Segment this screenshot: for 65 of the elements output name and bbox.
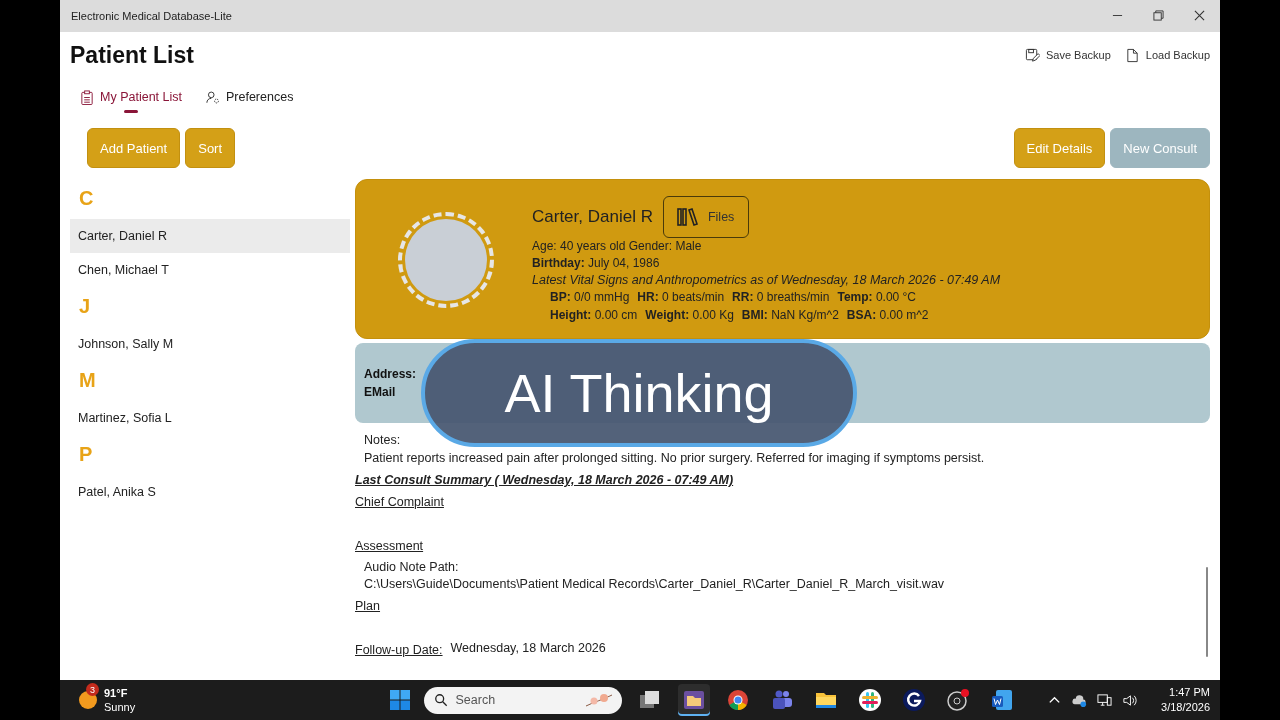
patient-item[interactable]: Patel, Anika S [70,475,350,509]
group-letter: J [78,294,92,319]
books-icon [675,207,700,227]
speaker-icon[interactable] [1122,692,1138,708]
patient-item[interactable]: Chen, Michael T [70,253,350,287]
group-letter: M [78,368,97,393]
vital-reading: RR: 0 breaths/min [732,289,830,306]
person-gear-icon [206,89,220,105]
record-icon [945,688,970,712]
backup-button[interactable]: Load Backup [1124,45,1210,65]
temperature-text: 91°F [104,686,129,700]
vital-reading: BP: 0/0 mmHg [550,289,630,306]
nav-tab[interactable]: Preferences [204,85,296,113]
search-field[interactable]: Search [423,686,622,714]
window-title: Electronic Medical Database-Lite [71,10,232,22]
patient-item[interactable]: Johnson, Sally M [70,327,350,361]
overlay-bubble: AI Thinking [421,339,857,447]
hashtag-icon [857,688,882,712]
notes-label: Notes: [364,432,402,449]
nav-tab[interactable]: My Patient List [78,85,184,113]
backup-button[interactable]: Save Backup [1024,45,1111,65]
vital-reading: BMI: NaN Kg/m^2 [741,306,839,324]
scrollbar[interactable] [1206,567,1208,657]
clock[interactable]: 1:47 PM 3/18/2026 [1161,685,1210,715]
taskbar-app[interactable] [677,684,710,716]
network-icon[interactable] [1097,692,1113,708]
letter-g-icon [901,688,926,712]
cloud-icon[interactable] [1072,692,1088,708]
document-icon [1124,47,1140,63]
weather-condition: Sunny [104,700,136,714]
page-title: Patient List [70,41,194,69]
section-heading: Chief Complaint [355,494,445,511]
section-heading: Assessment [355,538,425,555]
group-letter: C [78,186,95,211]
consult-title: Last Consult Summary ( Wednesday, 18 March 2026 - 07:49 AM) [355,472,735,489]
document-w-icon [989,688,1014,712]
notes-text: Patient reports increased pain after prolonged sitting. No prior surgery. Referred for imaging if symptoms persist. [364,450,986,467]
blossom-icon [583,692,614,708]
vital-reading: Temp: 0.00 °C [837,289,917,306]
vitals-heading: Latest Vital Signs and Anthropometrics as of Wednesday, 18 March 2026 - 07:49 AM [532,272,1001,289]
follow-up-label: Follow-up Date: [355,642,443,659]
notification-badge: 3 [86,683,99,696]
start-icon[interactable] [387,688,412,712]
vital-reading: BSA: 0.00 m^2 [846,306,929,324]
disk-pencil-icon [1024,47,1040,63]
birthday-text: Birthday: July 04, 1986 [532,255,661,272]
section-text: C:\Users\Guide\Documents\Patient Medical Records\Carter_Daniel_R\Carter_Daniel_R_March_visit.wav [364,576,946,593]
section-heading: Plan [355,598,382,615]
clipboard-icon [80,89,94,105]
files-button[interactable]: Files [662,196,750,238]
address-label: Address: [364,366,416,383]
patient-name: Carter, Daniel R [532,207,653,227]
browser-icon [725,688,750,712]
folder-icon [681,688,706,712]
section-text: Audio Note Path: [364,559,460,576]
vital-reading: Weight: 0.00 Kg [645,306,734,324]
email-label: EMail [364,384,396,401]
patient-item[interactable]: Carter, Daniel R [70,219,350,253]
vital-reading: Height: 0.00 cm [550,306,638,324]
patient-item[interactable]: Martinez, Sofia L [70,401,350,435]
follow-up-date: Wednesday, 18 March 2026 [450,641,606,657]
vital-reading: HR: 0 beats/min [637,289,725,306]
group-letter: P [78,442,94,467]
search-icon [433,693,448,707]
age-gender-text: Age: 40 years old Gender: Male [532,238,703,255]
